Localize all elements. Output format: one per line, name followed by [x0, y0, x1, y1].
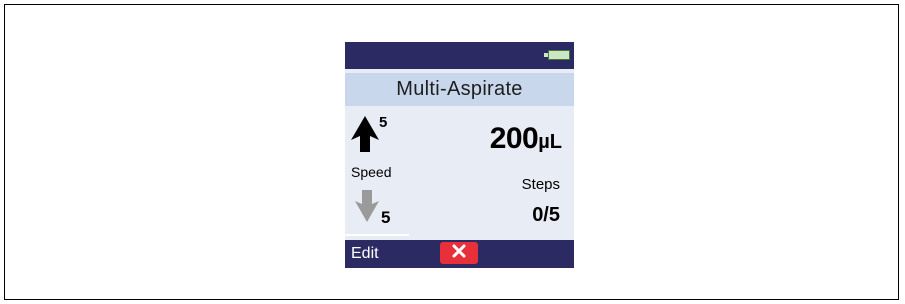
steps-value: 0/5: [532, 204, 560, 226]
steps-label: Steps: [521, 176, 560, 193]
pipette-display: Multi-Aspirate 5 Speed 5 200µL Steps 0/5…: [345, 42, 574, 268]
figure-frame: Multi-Aspirate 5 Speed 5 200µL Steps 0/5…: [4, 4, 899, 300]
edit-softkey[interactable]: Edit: [351, 245, 379, 263]
main-panel: 5 Speed 5 200µL Steps 0/5: [345, 106, 574, 240]
softkey-bar: Edit: [345, 240, 574, 268]
volume-readout: 200µL: [490, 122, 562, 156]
speed-up-arrow-icon: [351, 116, 379, 157]
speed-down-arrow-icon: [355, 190, 379, 227]
close-icon: [452, 244, 466, 263]
speed-selection-underline: [345, 234, 409, 236]
volume-value: 200: [489, 122, 539, 155]
speed-up-value: 5: [379, 114, 388, 131]
battery-full-icon: [544, 50, 570, 60]
speed-label: Speed: [351, 164, 392, 180]
volume-unit: µL: [538, 131, 562, 153]
mode-title: Multi-Aspirate: [345, 73, 574, 106]
speed-down-value: 5: [381, 208, 391, 227]
cancel-button[interactable]: [440, 242, 478, 264]
status-bar: [345, 42, 574, 69]
speed-panel[interactable]: 5 Speed 5: [345, 106, 409, 240]
